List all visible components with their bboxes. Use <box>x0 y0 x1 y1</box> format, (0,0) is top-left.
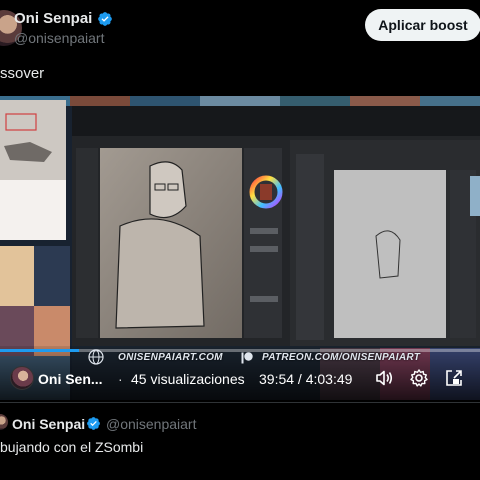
patreon-icon <box>241 352 253 364</box>
quoted-verified-badge-icon <box>87 417 100 430</box>
channel-name[interactable]: Oni Sen... <box>38 371 103 387</box>
quoted-author-name[interactable]: Oni Senpai <box>12 416 85 432</box>
watermark-site: ONISENPAIART.COM <box>118 352 223 363</box>
quoted-author-avatar[interactable] <box>0 414 8 430</box>
playback-time: 39:54 / 4:03:49 <box>259 371 353 387</box>
author-display-name[interactable]: Oni Senpai <box>14 10 92 27</box>
verified-badge-icon <box>98 11 113 26</box>
popout-icon[interactable] <box>444 368 464 388</box>
volume-icon[interactable] <box>374 368 394 388</box>
meta-separator: · <box>118 371 123 387</box>
quoted-author-handle[interactable]: @onisenpaiart <box>106 416 197 432</box>
settings-gear-icon[interactable] <box>409 368 429 388</box>
channel-avatar[interactable] <box>10 366 34 390</box>
video-progress-fill <box>0 349 79 352</box>
author-name-row: Oni Senpai <box>14 10 113 27</box>
post-header: Oni Senpai @onisenpaiart Aplicar boost <box>0 0 480 56</box>
quoted-post-text: bujando con el ZSombi <box>0 439 144 455</box>
quote-divider <box>0 402 480 403</box>
boost-button[interactable]: Aplicar boost <box>365 9 480 41</box>
view-count: 45 visualizaciones <box>131 371 245 387</box>
globe-icon <box>88 349 104 365</box>
post-text: ssover <box>0 65 45 82</box>
author-handle[interactable]: @onisenpaiart <box>14 30 105 46</box>
watermark-patreon: PATREON.COM/ONISENPAIART <box>262 352 421 363</box>
